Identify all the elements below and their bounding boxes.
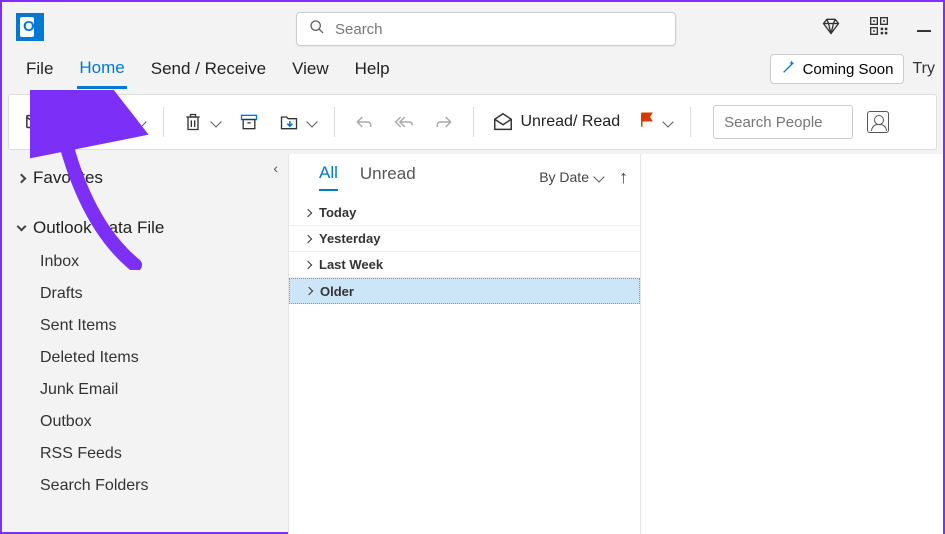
separator [690,107,691,137]
search-icon [309,19,325,40]
folder-rss[interactable]: RSS Feeds [14,438,288,470]
datafile-label: Outlook Data File [33,218,164,238]
search-people-input[interactable] [713,105,853,139]
search-people[interactable] [713,105,853,139]
reply-all-icon [393,111,415,133]
new-email-button[interactable]: New Email [19,107,151,137]
toolbar: New Email U [8,94,937,150]
archive-button[interactable] [232,107,266,137]
separator [163,107,164,137]
separator [473,107,474,137]
flag-button[interactable] [632,107,678,138]
archive-icon [238,111,260,133]
folder-outbox[interactable]: Outbox [14,406,288,438]
chevron-right-icon [305,287,313,295]
group-yesterday-label: Yesterday [319,231,380,246]
move-button[interactable] [272,107,322,137]
chevron-right-icon [17,173,27,183]
datafile-group[interactable]: Outlook Data File [14,210,288,246]
reply-icon [353,111,375,133]
new-email-icon [25,111,47,133]
chevron-down-icon [662,116,673,127]
group-older-label: Older [320,284,354,299]
chevron-down-icon [136,116,147,127]
sort-direction-icon[interactable]: ↑ [619,167,628,188]
folder-search[interactable]: Search Folders [14,470,288,502]
trash-icon [182,111,204,133]
folder-drafts[interactable]: Drafts [14,278,288,310]
tab-help[interactable]: Help [353,55,392,87]
global-search[interactable]: Search [296,12,676,46]
search-placeholder: Search [335,21,383,38]
flag-icon [638,111,656,134]
unread-read-label: Unread/ Read [520,113,620,131]
outlook-app-icon [16,13,44,41]
title-bar: Search [2,2,943,52]
tab-home[interactable]: Home [77,54,126,89]
forward-button[interactable] [427,107,461,137]
premium-icon[interactable] [821,16,841,41]
reply-button[interactable] [347,107,381,137]
group-today-label: Today [319,205,356,220]
separator [334,107,335,137]
message-list-header: All Unread By Date ↑ [289,154,640,200]
chevron-down-icon [593,171,604,182]
new-email-label: New Email [53,113,129,131]
qr-icon[interactable] [869,16,889,41]
folder-junk[interactable]: Junk Email [14,374,288,406]
date-group-older[interactable]: Older [289,278,640,304]
tab-send-receive[interactable]: Send / Receive [149,55,268,87]
message-list-pane: All Unread By Date ↑ Today Yesterday Las… [288,154,640,534]
filter-unread[interactable]: Unread [360,164,416,190]
favorites-group[interactable]: Favorites [14,160,288,196]
forward-icon [433,111,455,133]
move-icon [278,111,300,133]
sort-control[interactable]: By Date ↑ [539,167,628,188]
coming-soon-label: Coming Soon [803,61,894,78]
reply-all-button[interactable] [387,107,421,137]
group-lastweek-label: Last Week [319,257,383,272]
folder-deleted[interactable]: Deleted Items [14,342,288,374]
chevron-right-icon [304,208,312,216]
chevron-right-icon [304,234,312,242]
tab-file[interactable]: File [24,55,55,87]
chevron-down-icon [211,116,222,127]
ribbon-tabs: File Home Send / Receive View Help Comin… [2,52,943,90]
unread-read-button[interactable]: Unread/ Read [486,107,626,137]
window-minimize-button[interactable] [917,30,931,32]
folder-sent[interactable]: Sent Items [14,310,288,342]
envelope-icon [492,111,514,133]
coming-soon-button[interactable]: Coming Soon [770,54,905,84]
delete-button[interactable] [176,107,226,137]
favorites-label: Favorites [33,168,103,188]
folder-pane: ‹ Favorites Outlook Data File Inbox Draf… [2,154,288,534]
chevron-down-icon [17,222,27,232]
date-group-yesterday[interactable]: Yesterday [289,226,640,252]
wand-icon [781,59,797,79]
collapse-pane-icon[interactable]: ‹ [273,160,278,176]
tab-view[interactable]: View [290,55,331,87]
reading-pane [640,154,943,534]
date-group-lastweek[interactable]: Last Week [289,252,640,278]
sort-label: By Date [539,169,589,185]
content-area: ‹ Favorites Outlook Data File Inbox Draf… [2,154,943,534]
address-book-icon[interactable] [867,111,889,133]
try-label[interactable]: Try [912,60,935,78]
folder-inbox[interactable]: Inbox [14,246,288,278]
filter-all[interactable]: All [319,163,338,191]
chevron-down-icon [307,116,318,127]
chevron-right-icon [304,260,312,268]
date-group-today[interactable]: Today [289,200,640,226]
